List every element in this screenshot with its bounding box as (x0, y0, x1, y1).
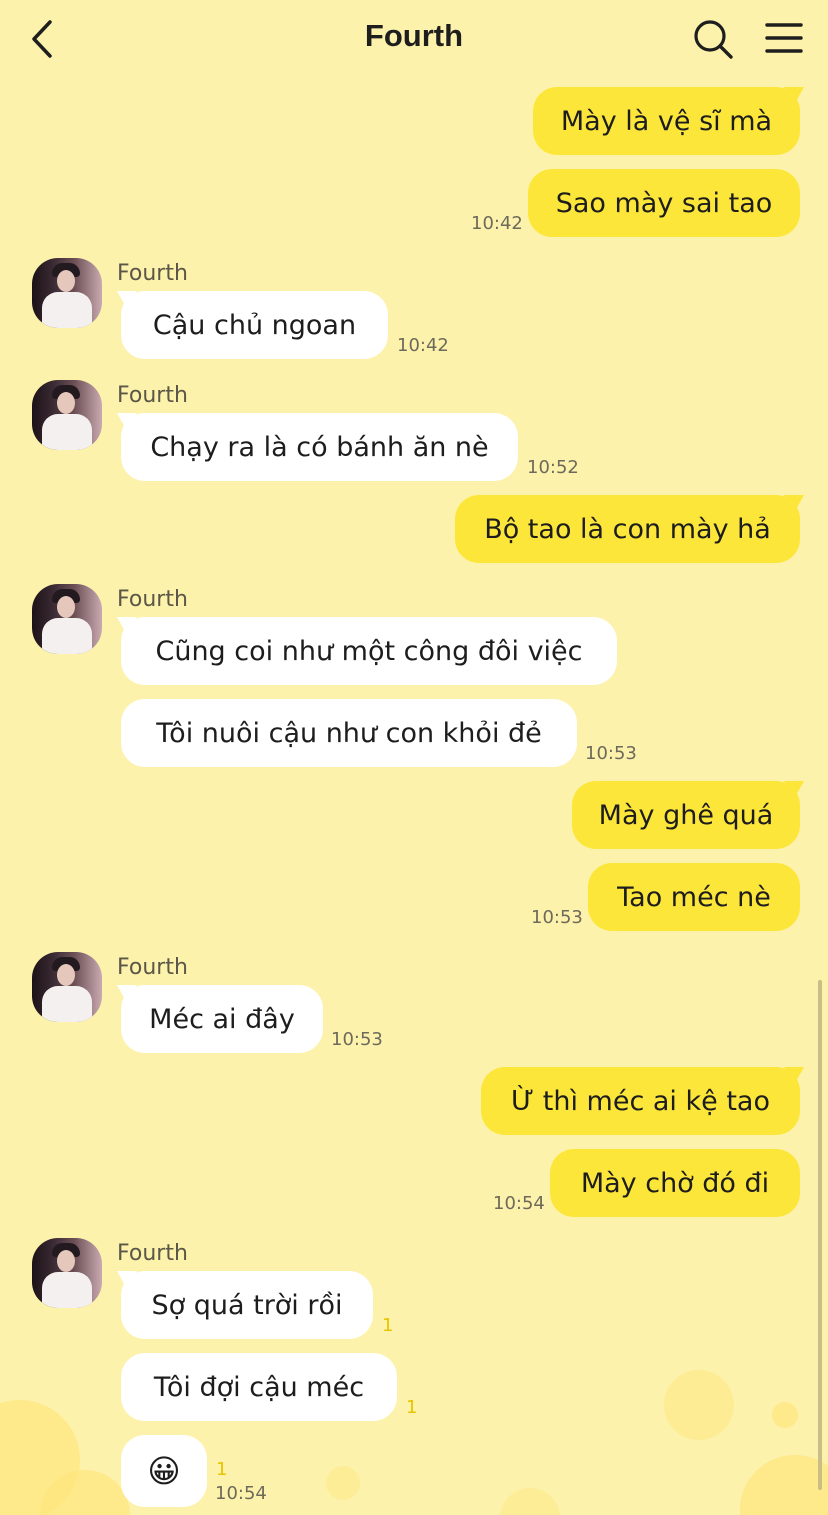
my-message-bubble[interactable]: Bộ tao là con mày hả (455, 495, 804, 563)
message-time: 10:53 (585, 743, 637, 764)
contact-name: Fourth (117, 1241, 188, 1266)
grinning-emoji-icon: 😀 (147, 1452, 181, 1490)
message-time: 10:52 (527, 457, 579, 478)
contact-avatar[interactable] (32, 380, 102, 450)
background-bubble (772, 1402, 798, 1428)
chat-header: Fourth (0, 0, 828, 80)
my-message-bubble[interactable]: Sao mày sai tao (528, 169, 800, 237)
message-text: Ừ thì méc ai kệ tao (511, 1085, 770, 1117)
message-text: Mày ghê quá (598, 799, 774, 831)
unread-count: 1 (216, 1459, 228, 1480)
contact-name: Fourth (117, 955, 188, 980)
their-message-bubble[interactable]: Tôi nuôi cậu như con khỏi đẻ (121, 699, 577, 767)
their-message-bubble[interactable]: Sợ quá trời rồi (117, 1271, 373, 1339)
message-text: Mày chờ đó đi (580, 1167, 770, 1199)
message-text: Cũng coi như một công đôi việc (155, 635, 583, 667)
contact-avatar[interactable] (32, 258, 102, 328)
message-text: Mày là vệ sĩ mà (560, 105, 773, 137)
message-text: Tôi nuôi cậu như con khỏi đẻ (156, 717, 542, 749)
contact-avatar[interactable] (32, 1238, 102, 1308)
my-message-bubble[interactable]: Mày chờ đó đi (550, 1149, 800, 1217)
contact-name: Fourth (117, 587, 188, 612)
message-text: Sợ quá trời rồi (151, 1289, 343, 1321)
my-message-bubble[interactable]: Mày ghê quá (572, 781, 804, 849)
background-bubble (740, 1455, 828, 1515)
message-text: Cậu chủ ngoan (152, 309, 357, 341)
message-text: Bộ tao là con mày hả (484, 513, 771, 545)
message-time: 10:54 (215, 1483, 267, 1504)
message-text: Sao mày sai tao (555, 187, 773, 219)
message-text: Tôi đợi cậu méc (153, 1371, 365, 1403)
message-time: 10:54 (493, 1193, 545, 1214)
message-text: Tao méc nè (617, 881, 771, 913)
message-time: 10:42 (397, 335, 449, 356)
scrollbar[interactable] (818, 980, 822, 1490)
background-bubble (500, 1488, 560, 1515)
their-message-bubble[interactable]: Cũng coi như một công đôi việc (117, 617, 617, 685)
message-time: 10:53 (531, 907, 583, 928)
their-message-bubble[interactable]: Chạy ra là có bánh ăn nè (117, 413, 518, 481)
contact-avatar[interactable] (32, 584, 102, 654)
message-time: 10:42 (471, 213, 523, 234)
their-message-bubble[interactable]: Tôi đợi cậu méc (121, 1353, 397, 1421)
their-message-bubble[interactable]: Méc ai đây (117, 985, 323, 1053)
search-icon[interactable] (692, 18, 734, 60)
message-text: Chạy ra là có bánh ăn nè (150, 431, 489, 463)
message-time: 10:53 (331, 1029, 383, 1050)
my-message-bubble[interactable]: Mày là vệ sĩ mà (533, 87, 804, 155)
message-text: Méc ai đây (149, 1003, 295, 1035)
their-message-bubble[interactable]: Cậu chủ ngoan (117, 291, 388, 359)
emoji-message-bubble[interactable]: 😀 (121, 1435, 207, 1507)
unread-count: 1 (382, 1315, 394, 1336)
contact-name: Fourth (117, 261, 188, 286)
menu-icon[interactable] (764, 20, 804, 56)
background-bubble (326, 1466, 360, 1500)
background-bubble (664, 1370, 734, 1440)
my-message-bubble[interactable]: Tao méc nè (588, 863, 800, 931)
contact-avatar[interactable] (32, 952, 102, 1022)
my-message-bubble[interactable]: Ừ thì méc ai kệ tao (481, 1067, 804, 1135)
contact-name: Fourth (117, 383, 188, 408)
unread-count: 1 (406, 1397, 418, 1418)
